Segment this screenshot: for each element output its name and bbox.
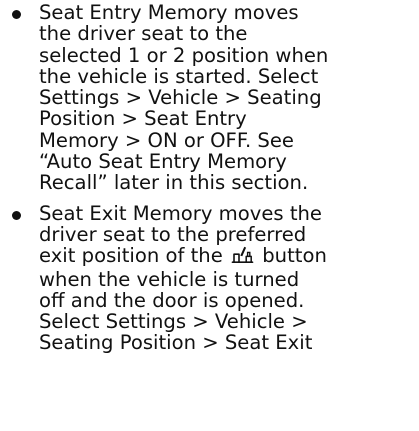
- text-line: Position > Seat Entry: [39, 107, 247, 131]
- seat-exit-icon: [231, 245, 254, 268]
- bullet-icon: [12, 210, 21, 220]
- text-line: Recall” later in this section.: [39, 171, 309, 195]
- text-line: Seating Position > Seat Exit: [39, 331, 313, 355]
- list-item: Seat Entry Memory moves the driver seat …: [0, 0, 419, 194]
- document-page: Seat Entry Memory moves the driver seat …: [0, 0, 419, 431]
- text-line: Memory > ON or OFF. See: [39, 128, 294, 152]
- bullet-list: Seat Entry Memory moves the driver seat …: [0, 0, 419, 354]
- text-line: Settings > Vehicle > Seating: [39, 86, 322, 110]
- text-segment: button: [262, 244, 327, 268]
- text-line: the vehicle is started. Select: [39, 64, 319, 88]
- text-line: when the vehicle is turned: [39, 267, 300, 291]
- text-segment: exit position of the: [39, 244, 223, 268]
- bullet-icon: [12, 10, 21, 19]
- list-item: Seat Exit Memory moves the driver seat t…: [0, 201, 419, 355]
- text-line: selected 1 or 2 position when: [39, 43, 329, 67]
- text-line: driver seat to the preferred: [39, 222, 307, 246]
- text-line-with-icon: exit position of the button: [39, 245, 419, 268]
- text-line: off and the door is opened.: [39, 288, 305, 312]
- text-line: Seat Entry Memory moves: [39, 1, 299, 24]
- text-line: the driver seat to the: [39, 22, 248, 46]
- text-line: “Auto Seat Entry Memory: [39, 150, 287, 174]
- text-line: Select Settings > Vehicle >: [39, 310, 308, 334]
- text-line: Seat Exit Memory moves the: [39, 201, 322, 225]
